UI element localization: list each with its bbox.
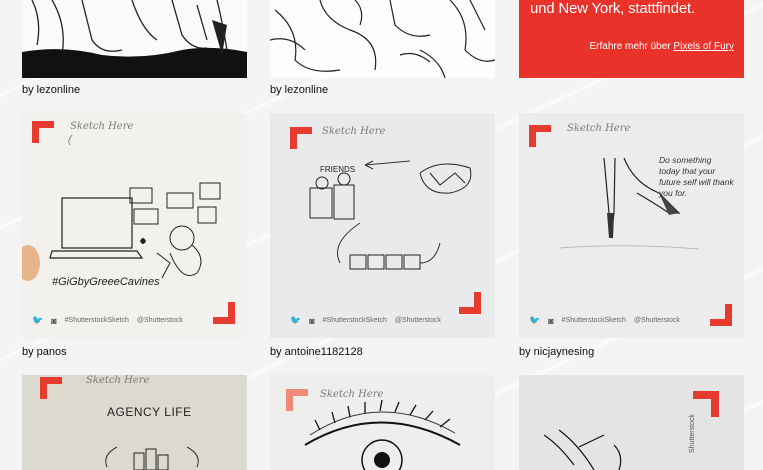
sketch-thumbnail-2[interactable] xyxy=(270,0,495,78)
tile-author-antoine[interactable]: by antoine1182128 xyxy=(270,346,363,359)
sketch-drawing-2 xyxy=(270,0,495,78)
card-hashtag: #ShutterstockSketch xyxy=(322,317,387,324)
sketch-card-antoine[interactable]: Sketch Here FRIENDS 🐦 ◙ #ShutterstockSke… xyxy=(270,113,495,338)
brand-corner-bottom-right xyxy=(710,304,732,326)
instagram-icon: ◙ xyxy=(548,315,554,326)
drawing-friends-text: FRIENDS xyxy=(320,165,356,174)
card-footer: 🐦 ◙ #ShutterstockSketch @Shutterstock xyxy=(32,315,207,326)
tile-author-1[interactable]: by lezonline xyxy=(22,84,80,97)
promo-headline: und New York, stattfindet. xyxy=(530,0,695,17)
tile-author-panos[interactable]: by panos xyxy=(22,346,67,359)
twitter-icon: 🐦 xyxy=(32,315,44,325)
sketch-drawing-hand xyxy=(543,429,622,470)
card-hashtag: #ShutterstockSketch xyxy=(64,317,129,324)
promo-more-row: Erfahre mehr über Pixels of Fury xyxy=(589,41,734,52)
card-handle: @Shutterstock xyxy=(136,317,183,324)
promo-more-prefix: Erfahre mehr über xyxy=(589,41,671,52)
sketch-drawing-1 xyxy=(22,0,247,78)
brand-corner-bottom-right xyxy=(459,292,481,314)
sketch-thumbnail-1[interactable] xyxy=(22,0,247,78)
drawing-quote-text: Do something today that your future self… xyxy=(659,155,734,198)
drawing-hashtag-text: #GiGbyGreeeCavines xyxy=(52,276,160,288)
card-hashtag: #ShutterstockSketch xyxy=(561,317,626,324)
sketch-card-agency-life[interactable]: Sketch Here AGENCY LIFE xyxy=(22,375,247,470)
promo-banner: und New York, stattfindet. Erfahre mehr … xyxy=(519,0,744,78)
sketch-drawing-eye xyxy=(304,399,461,470)
instagram-icon: ◙ xyxy=(51,315,57,326)
card-footer: 🐦 ◙ #ShutterstockSketch @Shutterstock xyxy=(529,315,704,326)
card-handle: @Shutterstock xyxy=(394,317,441,324)
sketch-card-eye[interactable]: Sketch Here xyxy=(270,375,495,470)
card-footer: 🐦 ◙ #ShutterstockSketch @Shutterstock xyxy=(290,315,455,326)
sketch-card-hand[interactable]: Shutterstock xyxy=(519,375,744,470)
tile-author-2[interactable]: by lezonline xyxy=(270,84,328,97)
twitter-icon: 🐦 xyxy=(529,315,541,325)
sketch-drawing-agency xyxy=(105,446,199,470)
sketch-card-panos[interactable]: Sketch Here #GiGbyGreeeCavines 🐦 ◙ #Shut… xyxy=(22,113,247,338)
tile-author-nicjaynesing[interactable]: by nicjaynesing xyxy=(519,346,594,359)
twitter-icon: 🐦 xyxy=(290,315,302,325)
card-handle: @Shutterstock xyxy=(633,317,680,324)
pixels-of-fury-link[interactable]: Pixels of Fury xyxy=(673,41,734,52)
instagram-icon: ◙ xyxy=(309,315,315,326)
sketch-card-nicjaynesing[interactable]: Sketch Here Do something today that your… xyxy=(519,113,744,338)
brand-corner-bottom-right xyxy=(213,302,235,324)
